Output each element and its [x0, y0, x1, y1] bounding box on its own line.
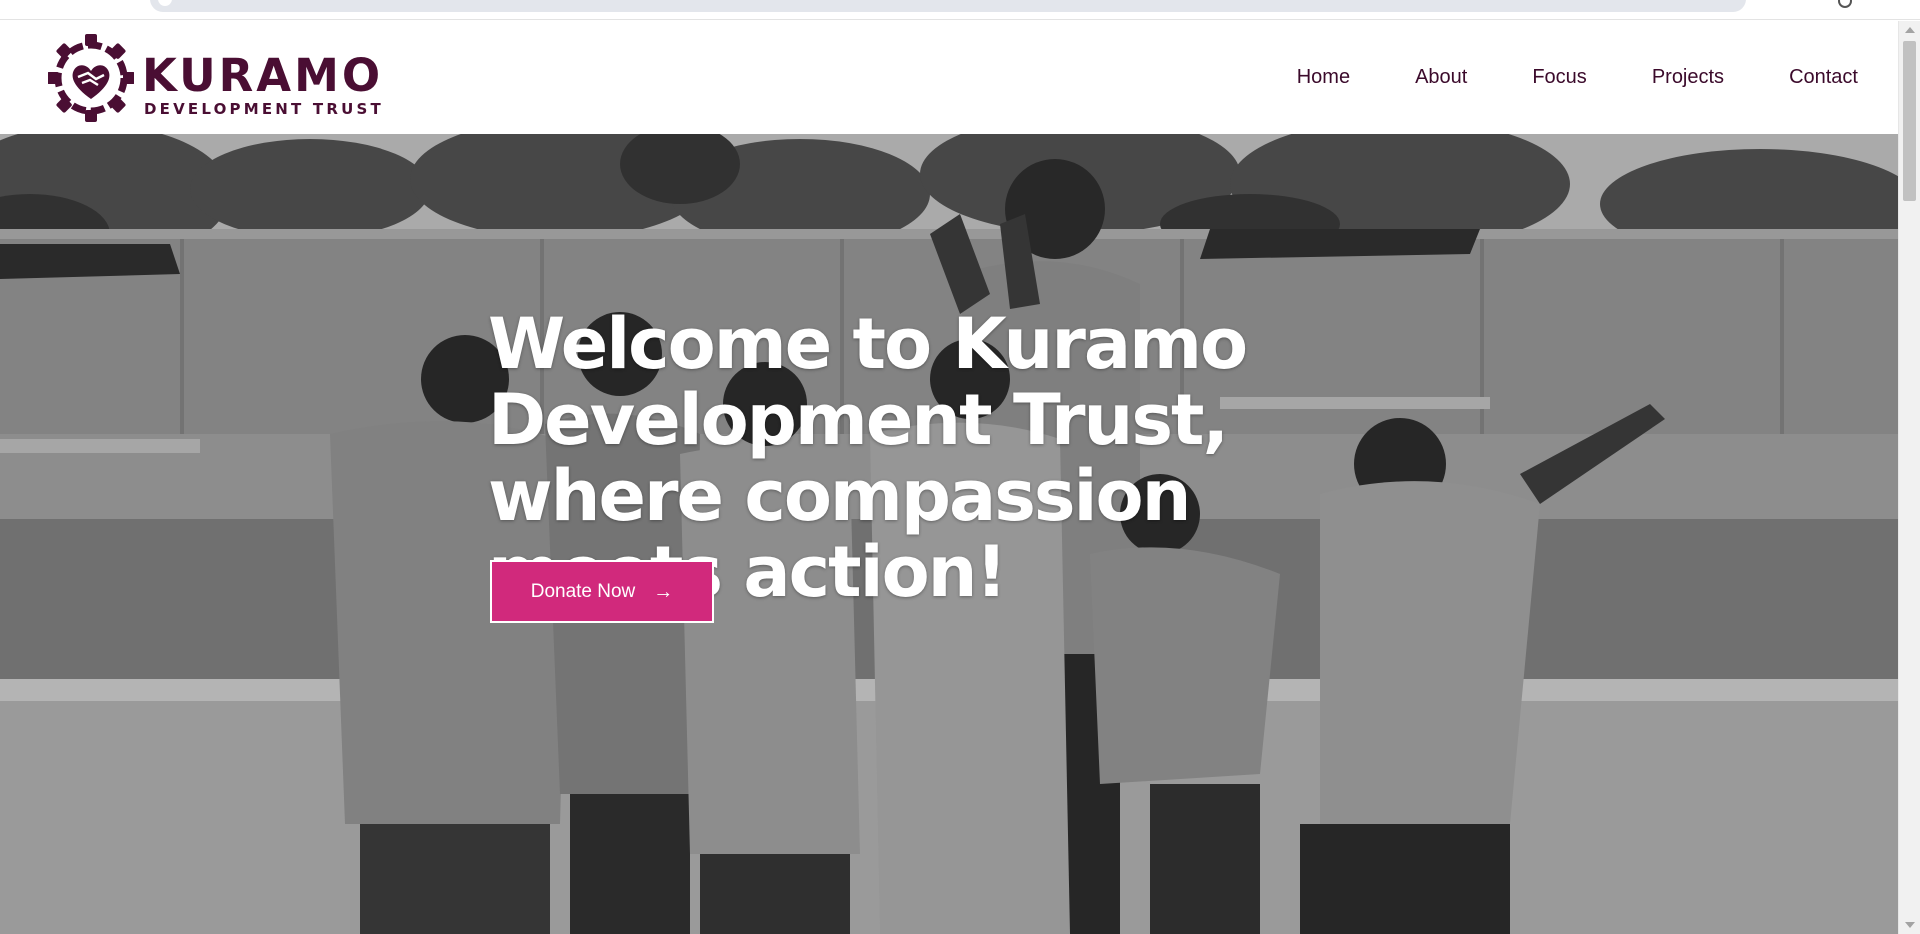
profile-icon[interactable] [1838, 0, 1852, 8]
web-page: KURAMO DEVELOPMENT TRUST Home About Focu… [0, 21, 1898, 934]
main-nav: Home About Focus Projects Contact [1297, 65, 1858, 89]
nav-home-link[interactable]: Home [1297, 65, 1350, 89]
nav-focus-link[interactable]: Focus [1532, 65, 1586, 89]
page-scrollbar[interactable] [1898, 21, 1920, 934]
scrollbar-thumb[interactable] [1903, 41, 1916, 201]
scroll-up-icon[interactable] [1905, 27, 1915, 33]
nav-projects-link[interactable]: Projects [1652, 65, 1724, 89]
gear-heart-logo-icon [48, 34, 134, 122]
logo-subtitle: DEVELOPMENT TRUST [144, 100, 384, 118]
donate-now-button[interactable]: Donate Now → [490, 560, 714, 623]
scroll-down-icon[interactable] [1905, 922, 1915, 928]
hero-section: Welcome to Kuramo Development Trust, whe… [0, 134, 1898, 934]
nav-contact-link[interactable]: Contact [1789, 65, 1858, 89]
site-header: KURAMO DEVELOPMENT TRUST Home About Focu… [0, 21, 1898, 134]
nav-about-link[interactable]: About [1415, 65, 1467, 89]
browser-toolbar [0, 0, 1920, 20]
logo-title: KURAMO [142, 49, 384, 102]
arrow-right-icon: → [653, 580, 674, 603]
donate-button-label: Donate Now [530, 580, 636, 602]
site-logo[interactable]: KURAMO DEVELOPMENT TRUST [48, 33, 388, 125]
address-bar[interactable] [150, 0, 1746, 12]
site-info-icon[interactable] [158, 0, 172, 6]
